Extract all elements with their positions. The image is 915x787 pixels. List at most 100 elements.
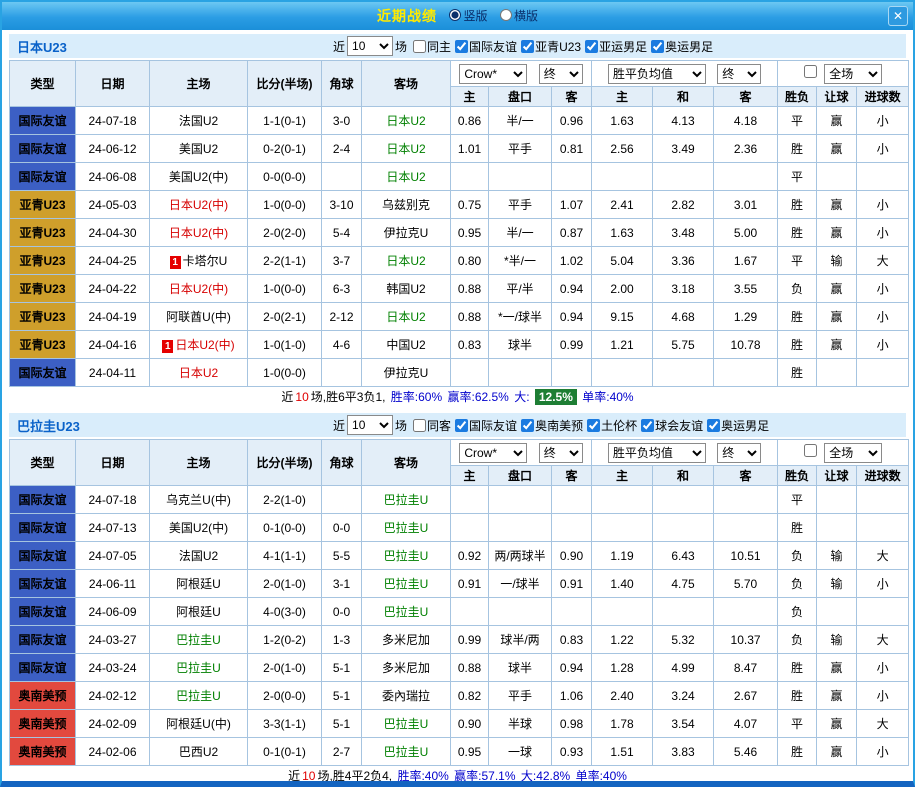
handicap-value: 半球: [489, 710, 552, 738]
odds-time-select[interactable]: 终: [539, 64, 583, 84]
avg-away-odds: 1.67: [714, 247, 778, 275]
away-odds: 0.90: [552, 542, 592, 570]
same-venue-checkbox[interactable]: 同客: [413, 417, 451, 434]
avg-draw-odds: 3.49: [653, 135, 714, 163]
handicap-value: 两/两球半: [489, 542, 552, 570]
league-checkbox[interactable]: 奥运男足: [651, 38, 713, 55]
corner-score: 3-10: [322, 191, 362, 219]
summary-text: 近: [281, 390, 293, 404]
away-team: 韩国U2: [362, 275, 451, 303]
scope-checkbox[interactable]: [804, 444, 817, 457]
avg-home-odds: 1.63: [592, 107, 653, 135]
league-checkbox[interactable]: 国际友谊: [455, 38, 517, 55]
away-odds: [552, 598, 592, 626]
handicap-result-cell: 赢: [817, 275, 857, 303]
league-checkbox-input[interactable]: [587, 419, 600, 432]
home-team-label: 巴拉圭U: [176, 689, 221, 703]
match-score: 2-0(2-1): [248, 303, 322, 331]
scope-select[interactable]: 全场: [824, 64, 882, 84]
league-checkbox-input[interactable]: [521, 40, 534, 53]
away-odds: 0.94: [552, 654, 592, 682]
match-row: 奥南美预24-02-09阿根廷U(中)3-3(1-1)5-1巴拉圭U0.90半球…: [10, 710, 909, 738]
league-checkbox[interactable]: 奥南美预: [521, 417, 583, 434]
league-checkbox-input[interactable]: [641, 419, 654, 432]
col-away: 客场: [362, 61, 451, 107]
filter-text: 近: [333, 38, 345, 55]
result-cell: 胜: [778, 359, 817, 387]
handicap-value: [489, 359, 552, 387]
away-odds: 0.99: [552, 331, 592, 359]
col-home: 主场: [150, 61, 248, 107]
match-date: 24-04-22: [76, 275, 150, 303]
avg-type-select[interactable]: 胜平负均值: [608, 443, 706, 463]
league-checkbox-input[interactable]: [455, 40, 468, 53]
summary-line: 近10场,胜4平2负4, 胜率:40% 赢率:57.1% 大:42.8% 单率:…: [9, 766, 906, 786]
avg-away-odds: 5.00: [714, 219, 778, 247]
league-checkbox[interactable]: 奥运男足: [707, 417, 769, 434]
avg-controls: 胜平负均值 终: [592, 61, 778, 87]
results-table: 类型 日期 主场 比分(半场) 角球 客场 Crow* 终 胜平负均值 终: [9, 60, 909, 387]
handicap-value: 球半: [489, 331, 552, 359]
home-team: 法国U2: [150, 542, 248, 570]
league-checkbox-input[interactable]: [651, 40, 664, 53]
layout-horizontal-label: 横版: [514, 7, 538, 24]
handicap-value: 球半/两: [489, 626, 552, 654]
scope-checkbox[interactable]: [804, 65, 817, 78]
corner-score: [322, 163, 362, 191]
league-checkbox-input[interactable]: [585, 40, 598, 53]
league-checkbox-input[interactable]: [521, 419, 534, 432]
same-venue-checkbox[interactable]: 同主: [413, 38, 451, 55]
same-venue-checkbox-input[interactable]: [413, 40, 426, 53]
home-team: 日本U2(中): [150, 275, 248, 303]
recent-count-select[interactable]: 10: [347, 415, 393, 435]
league-checkbox-text: 亚青U23: [535, 38, 581, 55]
recent-count-select[interactable]: 10: [347, 36, 393, 56]
home-odds: 0.99: [451, 626, 489, 654]
same-venue-checkbox-input[interactable]: [413, 419, 426, 432]
avg-home-odds: 5.04: [592, 247, 653, 275]
avg-time-select[interactable]: 终: [717, 64, 761, 84]
home-team-label: 巴拉圭U: [176, 633, 221, 647]
layout-vertical-radio[interactable]: [449, 9, 461, 21]
match-row: 亚青U2324-04-22日本U2(中)1-0(0-0)6-3韩国U20.88平…: [10, 275, 909, 303]
filter-bar: 近10场同主国际友谊亚青U23亚运男足奥运男足: [331, 36, 713, 56]
league-checkbox[interactable]: 亚青U23: [521, 38, 581, 55]
handicap-value: [489, 514, 552, 542]
odds-company-select[interactable]: Crow*: [459, 443, 527, 463]
home-odds: [451, 598, 489, 626]
home-odds: 0.88: [451, 275, 489, 303]
goals-result-cell: [857, 514, 909, 542]
match-row: 亚青U2324-04-251卡塔尔U2-2(1-1)3-7日本U20.80*半/…: [10, 247, 909, 275]
league-checkbox[interactable]: 亚运男足: [585, 38, 647, 55]
avg-type-select[interactable]: 胜平负均值: [608, 64, 706, 84]
home-team-label: 日本U2(中): [169, 226, 228, 240]
goals-result-cell: [857, 359, 909, 387]
avg-time-select[interactable]: 终: [717, 443, 761, 463]
summary-text: 胜率:60%: [391, 390, 442, 404]
handicap-value: 一球: [489, 738, 552, 766]
league-checkbox-input[interactable]: [707, 419, 720, 432]
league-checkbox[interactable]: 球会友谊: [641, 417, 703, 434]
layout-vertical-option[interactable]: 竖版: [449, 7, 487, 24]
league-checkbox-input[interactable]: [455, 419, 468, 432]
same-venue-checkbox-text: 同客: [427, 417, 451, 434]
layout-horizontal-option[interactable]: 横版: [500, 7, 538, 24]
match-type-badge: 亚青U23: [10, 275, 76, 303]
handicap-value: 球半: [489, 654, 552, 682]
layout-horizontal-radio[interactable]: [500, 9, 512, 21]
league-checkbox[interactable]: 国际友谊: [455, 417, 517, 434]
league-checkbox-text: 亚运男足: [599, 38, 647, 55]
goals-result-cell: [857, 486, 909, 514]
match-date: 24-02-06: [76, 738, 150, 766]
away-team: 伊拉克U: [362, 219, 451, 247]
col-corner: 角球: [322, 440, 362, 486]
handicap-result-cell: 输: [817, 247, 857, 275]
close-button[interactable]: ✕: [888, 6, 908, 26]
odds-time-select[interactable]: 终: [539, 443, 583, 463]
result-cell: 负: [778, 542, 817, 570]
league-checkbox[interactable]: 土伦杯: [587, 417, 637, 434]
home-team: 巴拉圭U: [150, 682, 248, 710]
scope-select[interactable]: 全场: [824, 443, 882, 463]
home-odds: 0.88: [451, 303, 489, 331]
odds-company-select[interactable]: Crow*: [459, 64, 527, 84]
